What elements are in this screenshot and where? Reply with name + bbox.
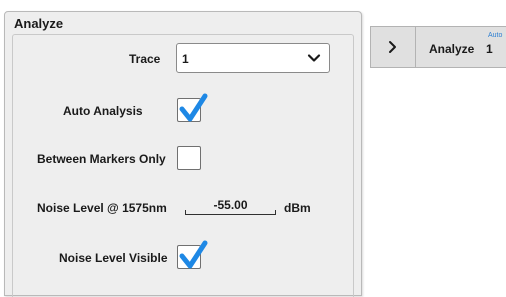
between-markers-only-label: Between Markers Only <box>37 152 166 166</box>
auto-analysis-label: Auto Analysis <box>63 104 143 118</box>
analyze-softkey[interactable]: Auto Analyze 1 <box>370 26 506 68</box>
trace-label: Trace <box>129 52 161 66</box>
checkmark-icon <box>179 93 208 122</box>
panel-title: Analyze <box>14 16 64 31</box>
softkey-label: Analyze <box>429 42 475 56</box>
softkey-value: 1 <box>486 42 493 56</box>
auto-analysis-checkbox[interactable] <box>177 93 208 122</box>
checkmark-icon <box>179 240 208 269</box>
trace-select[interactable]: 1 <box>176 43 330 73</box>
noise-level-label: Noise Level @ 1575nm <box>37 201 167 215</box>
trace-select-value: 1 <box>182 52 189 66</box>
between-markers-only-checkbox[interactable] <box>177 146 201 170</box>
softkey-auto-badge: Auto <box>488 32 503 39</box>
noise-level-value: -55.00 <box>213 198 248 212</box>
noise-level-unit: dBm <box>284 201 311 215</box>
chevron-down-icon <box>307 54 321 62</box>
chevron-right-icon <box>389 41 396 53</box>
softkey-expand-button[interactable] <box>371 27 416 67</box>
noise-level-field[interactable]: -55.00 <box>185 198 276 215</box>
noise-level-visible-checkbox[interactable] <box>177 240 208 269</box>
noise-level-visible-label: Noise Level Visible <box>59 251 168 265</box>
